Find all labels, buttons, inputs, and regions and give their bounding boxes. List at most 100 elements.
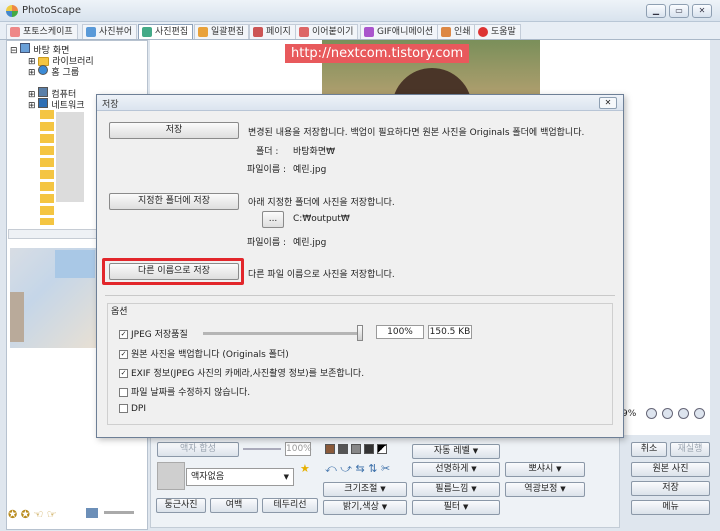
desktop-icon [20,43,31,53]
tab-viewer[interactable]: 사진뷰어 [82,24,138,39]
jpeg-quality-percent: 100% [376,325,424,339]
minimize-button[interactable]: ▁ [646,4,666,18]
photoscape-icon [10,27,20,37]
tab-combine[interactable]: 이어붙이기 [295,24,359,39]
dropdown-arrow-icon: ▼ [472,447,479,455]
save-as-description: 다른 파일 이름으로 사진을 저장합니다. [248,270,395,280]
dialog-title: 저장 [102,100,119,110]
frame-select[interactable]: 액자없음 ▼ [186,468,294,486]
backup-checkbox[interactable]: ✓ [119,350,128,359]
rotate-flip-icons[interactable]: ⤺ ⤻ ⇆ ⇅ ✂ [325,462,390,476]
tree-item-homegroup[interactable]: ⊞ 홈 그룹 [28,65,79,78]
color-presets[interactable] [325,444,390,457]
film-button[interactable]: 필름느낌 ▼ [412,482,500,497]
jpeg-quality-checkbox[interactable]: ✓ [119,330,128,339]
view-icon[interactable] [86,508,98,518]
blurred-folder-names [56,112,84,202]
save-to-folder-description: 아래 지정한 폴더에 사진을 저장합니다. [248,198,395,208]
gray-light-icon[interactable] [351,444,361,454]
folder-list [40,110,54,225]
margin-button[interactable]: 여백 [210,498,258,513]
save-main-button[interactable]: 저장 [631,481,710,496]
jpeg-quality-option[interactable]: ✓ JPEG 저장품질 [119,327,188,340]
folder-tools-icon[interactable]: ✪ ✪ ☜ ☞ [8,508,57,521]
menu-button[interactable]: 메뉴 [631,500,710,515]
black-icon[interactable] [364,444,374,454]
dropdown-arrow-icon: ▼ [560,485,566,493]
redo-button[interactable]: 재실행 [670,442,710,457]
size-slider[interactable] [104,511,134,514]
backup-option[interactable]: ✓ 원본 사진을 백업합니다 (Originals 폴더) [119,347,289,360]
frame-combine-button[interactable]: 액자 합성 [157,442,239,457]
round-photo-button[interactable]: 둥근사진 [156,498,206,513]
invert-icon[interactable] [377,444,387,454]
page-icon [253,27,263,37]
keep-date-option[interactable]: 파일 날짜를 수정하지 않습니다. [119,385,250,398]
filename-label: 파일이름 : [247,165,287,175]
tree-item-network[interactable]: ⊞ 네트워크 [28,98,85,111]
zoom-in-icon[interactable] [646,408,657,419]
chevron-down-icon: ▼ [283,473,289,481]
filter-button[interactable]: 필터 ▼ [412,500,500,515]
favorite-star-icon[interactable]: ★ [300,462,310,475]
viewer-icon [86,27,96,37]
editor-icon [142,27,152,37]
frame-zoom-field[interactable]: 100% [285,442,312,456]
thumbnail[interactable] [55,250,95,278]
help-icon [478,27,488,37]
brightness-button[interactable]: 밝기,색상 ▼ [323,500,407,515]
vignette-button[interactable]: 뽀샤시 ▼ [505,462,585,477]
tab-help[interactable]: 도움말 [474,24,521,39]
tab-editor[interactable]: 사진편집 [138,24,194,39]
fit-icon[interactable] [678,408,689,419]
auto-level-button[interactable]: 자동 레벨 ▼ [412,444,500,459]
save-button[interactable]: 저장 [109,122,239,139]
options-group [107,303,613,425]
tab-photoscape[interactable]: 포토스케이프 [6,24,78,39]
folder-value: 바탕화면₩ [293,147,336,157]
sharpen-button[interactable]: 선명하게 ▼ [412,462,500,477]
tab-page[interactable]: 페이지 [249,24,296,39]
filename-label-2: 파일이름 : [247,238,287,248]
dpi-option[interactable]: DPI [119,404,146,414]
close-button[interactable]: ✕ [692,4,712,18]
browse-button[interactable]: ... [262,211,284,228]
dropdown-arrow-icon: ▼ [463,503,469,511]
jpeg-quality-slider-thumb[interactable] [357,325,363,341]
cancel-button[interactable]: 취소 [631,442,667,457]
watermark: http://nextcom.tistory.com [285,44,470,63]
filename-value: 예린.jpg [293,165,327,175]
tab-print[interactable]: 인쇄 [437,24,476,39]
original-photo-button[interactable]: 원본 사진 [631,462,710,477]
dialog-close-button[interactable]: ✕ [599,97,617,109]
dpi-checkbox[interactable] [119,404,128,413]
batch-icon [198,27,208,37]
keep-date-checkbox[interactable] [119,388,128,397]
zoom-percent: 9% [622,409,637,419]
print-icon [441,27,451,37]
actual-size-icon[interactable] [694,408,705,419]
exif-checkbox[interactable]: ✓ [119,369,128,378]
frame-slider[interactable] [243,448,281,450]
border-button[interactable]: 테두리선 [262,498,318,513]
dropdown-arrow-icon: ▼ [380,485,386,493]
exif-option[interactable]: ✓ EXIF 정보(JPEG 사진의 카메라,사진촬영 정보)를 보존합니다. [119,366,364,379]
resize-button[interactable]: 크기조절 ▼ [323,482,407,497]
maximize-button[interactable]: ▭ [669,4,689,18]
sepia-icon[interactable] [325,444,335,454]
tab-batch[interactable]: 일괄편집 [194,24,250,39]
tab-gif[interactable]: GIF애니메이션 [360,24,439,39]
thumbnail[interactable] [10,292,24,342]
backlight-button[interactable]: 역광보정 ▼ [505,482,585,497]
network-icon [38,98,49,108]
app-title: PhotoScape [22,5,81,16]
save-to-folder-button[interactable]: 지정한 폴더에 저장 [109,193,239,210]
gray-icon[interactable] [338,444,348,454]
save-as-button[interactable]: 다른 이름으로 저장 [109,263,239,280]
title-bar: PhotoScape ▁ ▭ ✕ [0,0,720,22]
divider [105,295,615,296]
jpeg-quality-slider[interactable] [203,332,359,335]
zoom-out-icon[interactable] [662,408,673,419]
dropdown-arrow-icon: ▼ [381,503,388,511]
gif-icon [364,27,374,37]
